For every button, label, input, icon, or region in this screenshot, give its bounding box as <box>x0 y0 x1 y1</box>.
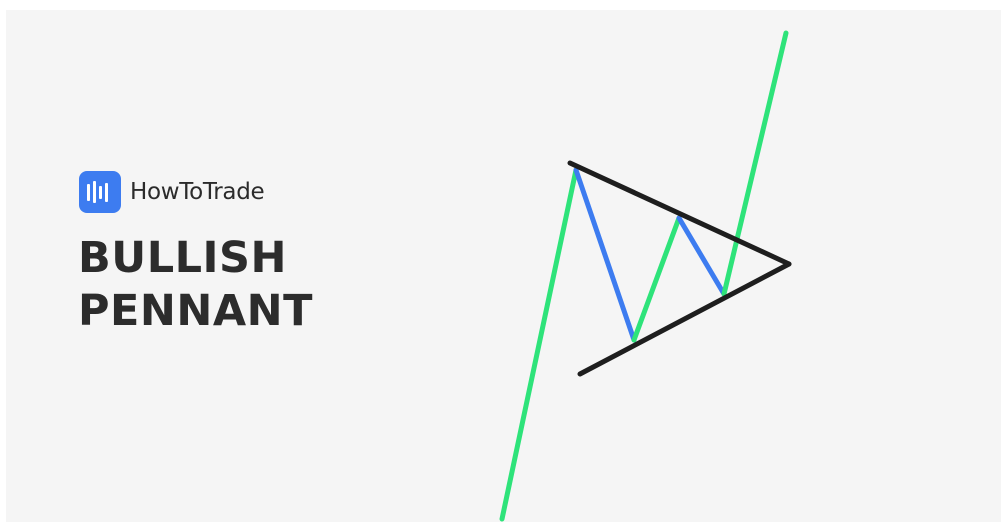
pennant-up-leg-1 <box>631 215 682 343</box>
breakout-up-leg <box>721 30 789 297</box>
pennant-down-leg-1 <box>573 167 637 343</box>
pennant-diagram <box>499 30 792 522</box>
flagpole-up-leg <box>499 167 579 522</box>
canvas: HowToTrade BULLISH PENNANT <box>0 0 1001 524</box>
